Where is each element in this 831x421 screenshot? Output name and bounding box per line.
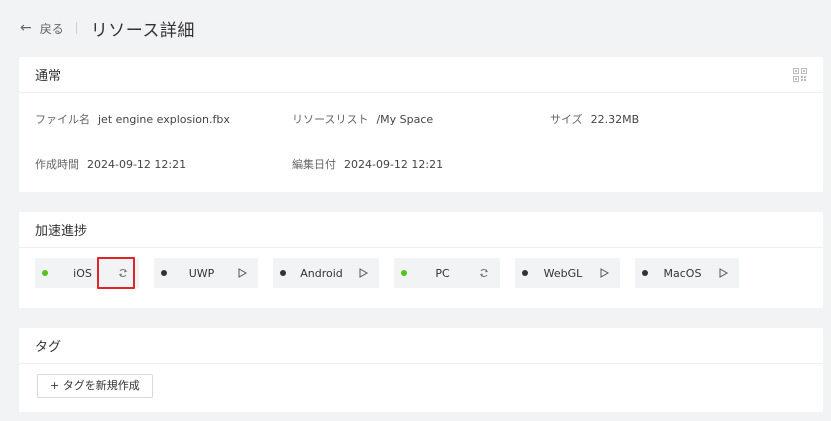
back-label: 戻る	[39, 21, 64, 36]
general-card-header: 通常	[19, 57, 823, 93]
new-tag-button[interactable]: + タグを新規作成	[37, 374, 153, 398]
platform-name: iOS	[73, 266, 92, 280]
platform-name: Android	[300, 266, 343, 280]
page-title: リソース詳細	[90, 20, 195, 41]
play-icon[interactable]	[598, 267, 610, 279]
size-label: サイズ	[550, 113, 583, 126]
resource-list-label: リソースリスト	[292, 113, 369, 126]
resource-list-value: /My Space	[376, 113, 434, 126]
general-title: 通常	[35, 69, 62, 84]
platform-list: iOS UWP Android PC WebGL MacOS	[19, 248, 823, 298]
progress-title: 加速進捗	[35, 224, 88, 239]
tags-title: タグ	[35, 340, 62, 355]
progress-card: 加速進捗 iOS UWP Android PC WebGL MacOS	[19, 212, 823, 308]
platform-webgl[interactable]: WebGL	[515, 258, 620, 288]
platform-name: PC	[435, 266, 450, 280]
play-icon[interactable]	[717, 267, 729, 279]
platform-macos[interactable]: MacOS	[635, 258, 739, 288]
edited-value: 2024-09-12 12:21	[344, 158, 444, 171]
divider	[75, 22, 77, 34]
platform-name: WebGL	[543, 266, 583, 280]
platform-name: UWP	[188, 266, 215, 280]
edited-label: 編集日付	[292, 158, 336, 171]
progress-card-header: 加速進捗	[19, 212, 823, 248]
created-label: 作成時間	[35, 158, 79, 171]
resource-list-field: リソースリスト/My Space	[292, 111, 433, 127]
platform-ios[interactable]: iOS	[35, 257, 139, 289]
created-field: 作成時間 2024-09-12 12:21	[35, 156, 186, 172]
platform-uwp[interactable]: UWP	[154, 258, 258, 288]
filename-label: ファイル名	[35, 113, 90, 126]
refresh-icon[interactable]	[478, 267, 490, 279]
filename-field: ファイル名 jet engine explosion.fbx	[35, 111, 230, 127]
created-value: 2024-09-12 12:21	[87, 158, 187, 171]
qr-code-icon[interactable]	[793, 67, 807, 82]
tags-card-header: タグ	[19, 328, 823, 364]
platform-android[interactable]: Android	[273, 258, 379, 288]
back-button[interactable]: ← 戻る	[20, 20, 64, 37]
tags-card: タグ + タグを新規作成	[19, 328, 823, 412]
play-icon[interactable]	[236, 267, 248, 279]
general-info	[19, 93, 823, 192]
top-bar: ← 戻る リソース詳細	[0, 0, 831, 56]
arrow-left-icon: ←	[20, 20, 32, 36]
platform-pc[interactable]: PC	[394, 258, 500, 288]
play-icon[interactable]	[357, 267, 369, 279]
filename-value: jet engine explosion.fbx	[98, 113, 230, 126]
size-field: サイズ 22.32MB	[550, 111, 639, 127]
size-value: 22.32MB	[590, 113, 640, 126]
refresh-icon[interactable]	[117, 267, 129, 279]
platform-name: MacOS	[663, 266, 702, 280]
edited-field: 編集日付 2024-09-12 12:21	[292, 156, 443, 172]
